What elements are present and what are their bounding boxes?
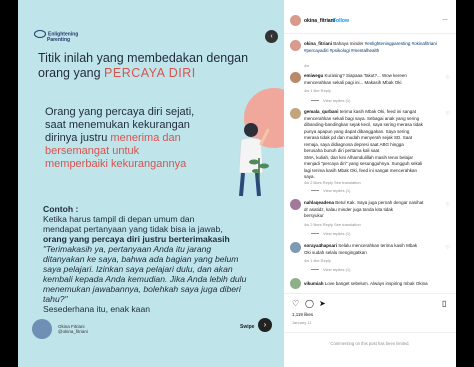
like-icon[interactable]: ♡	[292, 299, 299, 308]
comments-panel: okina_fitriani • Follow … okina_fitriani…	[284, 0, 456, 367]
divider	[284, 33, 456, 34]
next-slide-button[interactable]: ›	[258, 318, 272, 332]
like-heart-icon[interactable]: ♡	[446, 111, 450, 117]
slide-indicator[interactable]: ‹	[265, 30, 278, 43]
divider	[284, 332, 456, 333]
caption-avatar[interactable]	[290, 40, 301, 51]
likes-count[interactable]: 1,119 likes	[292, 312, 313, 317]
brand-logo: Enlightening Parenting	[34, 30, 78, 43]
like-heart-icon[interactable]: ♡	[446, 245, 450, 251]
caption-meta: 4w	[304, 63, 310, 68]
comment-text: nahlaqeadena Betul Kak. Saya juga pernah…	[304, 200, 424, 218]
post-quote: Orang yang percaya diri sejati, saat men…	[45, 106, 195, 170]
caption-text: okina_fitriani Bahaya minder #enlighteni…	[304, 41, 437, 53]
save-icon[interactable]: ▯	[442, 299, 446, 308]
action-bar: ♡ ◯ ➤ ▯	[292, 299, 452, 309]
author-avatar	[32, 319, 52, 339]
post-title-line1: Titik inilah yang membedakan dengan	[38, 51, 249, 65]
commenter-avatar[interactable]	[290, 199, 301, 210]
divider	[284, 293, 456, 294]
comment-text: soraya4hapsari Selalu mencerahkan terima…	[304, 243, 418, 255]
post-date: January 11	[292, 320, 312, 325]
brand-logo-icon	[34, 30, 46, 38]
comment-meta: 4w 2 likes Reply See translation	[304, 180, 361, 185]
like-heart-icon[interactable]: ♡	[446, 202, 450, 208]
author-name: Okina Fitriani @okina_fitriani	[58, 324, 88, 334]
swipe-label: Swipe	[240, 324, 255, 330]
comment-text: gemala_qurbani terima kasih Mbak Oki, fe…	[304, 109, 423, 179]
title-highlight: PERCAYA DIRI	[104, 66, 196, 80]
profile-username[interactable]: okina_fitriani	[304, 18, 335, 24]
share-icon[interactable]: ➤	[319, 299, 326, 308]
comment-meta: 4w 1 like Reply	[304, 88, 331, 93]
closing-line: Sesederhana itu, enak kaan	[43, 304, 151, 314]
view-replies-link[interactable]: View replies (1)	[311, 231, 351, 236]
like-heart-icon[interactable]: ♡	[446, 75, 450, 81]
example-block: Contoh : Ketika harus tampil di depan um…	[43, 204, 284, 314]
post-header: okina_fitriani • Follow …	[284, 14, 456, 28]
commenting-limited-notice: Commenting on this post has been limited…	[330, 341, 410, 346]
view-replies-link[interactable]: View replies (1)	[311, 98, 351, 103]
more-options-icon[interactable]: …	[442, 16, 448, 22]
view-replies-link[interactable]: View replies (1)	[311, 267, 351, 272]
commenter-avatar[interactable]	[290, 278, 301, 289]
profile-avatar[interactable]	[290, 15, 301, 26]
post-title-line2: orang yang PERCAYA DIRI	[38, 66, 196, 80]
comment-text: vikumiah Love banget sebelum. Always ins…	[304, 281, 428, 286]
comment-meta: 4w 2 likes Reply See translation	[304, 222, 361, 227]
commenter-avatar[interactable]	[290, 72, 301, 83]
view-replies-link[interactable]: View replies (1)	[311, 188, 351, 193]
comment-icon[interactable]: ◯	[305, 299, 314, 308]
post-window: Enlightening Parenting ‹ Titik inilah yan…	[18, 0, 456, 367]
follow-button[interactable]: Follow	[333, 18, 349, 24]
commenter-avatar[interactable]	[290, 242, 301, 253]
comment-meta: 4w 1 like Reply	[304, 258, 331, 263]
plant-illustration	[249, 158, 269, 180]
comment-text: emiwegu Kurasing? Siapaaa Takut?... Wow …	[304, 73, 407, 85]
post-image[interactable]: Enlightening Parenting ‹ Titik inilah yan…	[18, 0, 284, 367]
commenter-avatar[interactable]	[290, 108, 301, 119]
